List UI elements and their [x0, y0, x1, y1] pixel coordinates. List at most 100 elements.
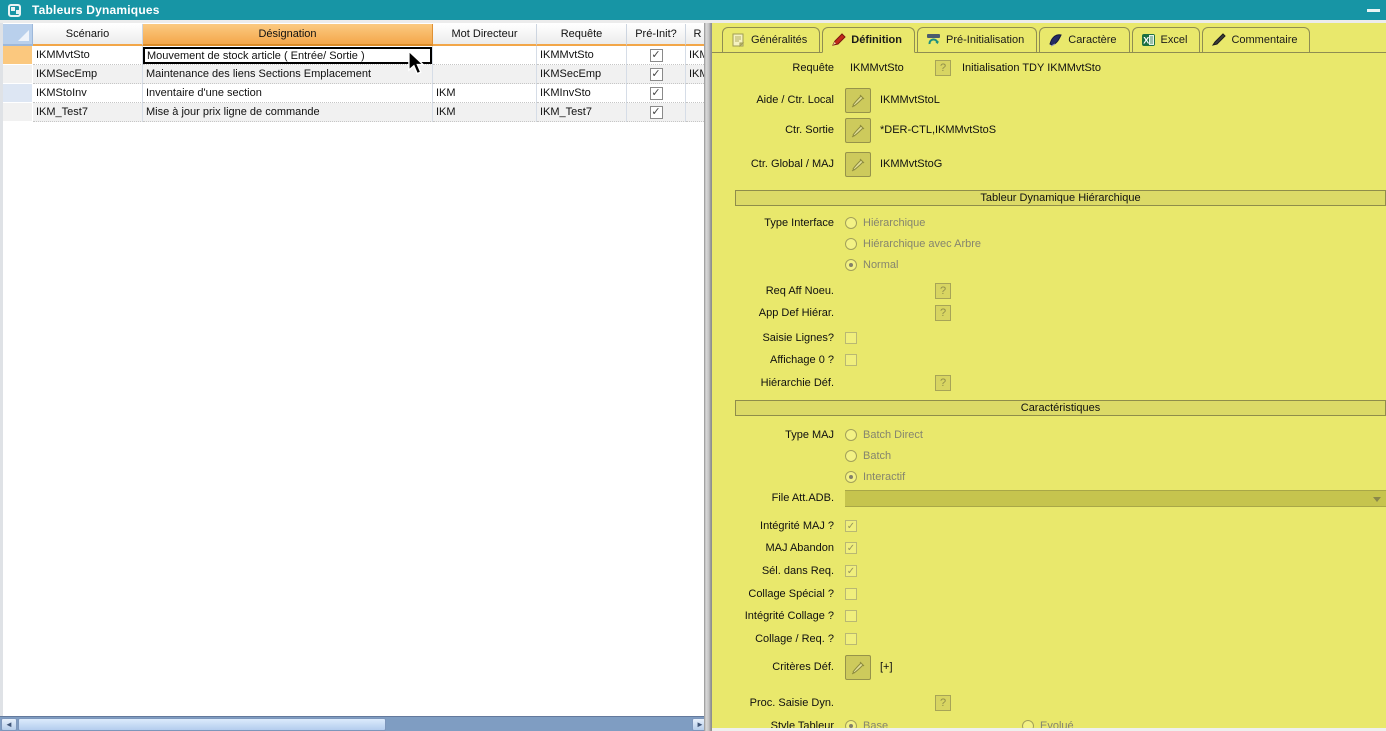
help-button[interactable]: ? [935, 60, 951, 76]
radio-batch-direct[interactable] [845, 429, 857, 441]
tab-label: Définition [851, 34, 902, 46]
col-header-r[interactable]: R [686, 24, 704, 46]
cell-designation[interactable]: Mise à jour prix ligne de commande [143, 103, 433, 122]
cell-mot[interactable]: IKM [433, 84, 537, 103]
cell-mot[interactable]: IKM [433, 103, 537, 122]
affichage-0-checkbox[interactable] [845, 354, 857, 366]
radio-label: Hiérarchique avec Arbre [863, 236, 981, 252]
cell-r[interactable]: IKM [686, 46, 704, 65]
cell-requete[interactable]: IKMSecEmp [537, 65, 627, 84]
radio-base[interactable] [845, 720, 857, 731]
field-label: Requête [714, 60, 834, 76]
file-att-adb-combobox[interactable] [845, 490, 1386, 507]
cell-designation[interactable]: Mouvement de stock article ( Entrée/ Sor… [143, 46, 433, 65]
row-selector[interactable] [3, 103, 33, 122]
tab-generalites[interactable]: Généralités [722, 27, 820, 52]
tab-excel[interactable]: X Excel [1132, 27, 1201, 52]
cell-designation[interactable]: Maintenance des liens Sections Emplaceme… [143, 65, 433, 84]
cell-r[interactable] [686, 103, 704, 122]
field-type-maj: Type MAJ Batch Direct [712, 427, 1386, 444]
requete-value[interactable]: IKMMvtSto [850, 60, 904, 76]
global-value[interactable]: IKMMvtStoG [880, 152, 942, 177]
cell-scenario[interactable]: IKMMvtSto [33, 46, 143, 65]
scroll-left-button[interactable]: ◄ [1, 718, 17, 731]
radio-hierarchique[interactable] [845, 217, 857, 229]
cell-requete[interactable]: IKMMvtSto [537, 46, 627, 65]
saisie-lignes-checkbox[interactable] [845, 332, 857, 344]
col-header-designation[interactable]: Désignation [143, 24, 433, 46]
cell-preinit[interactable] [627, 65, 686, 84]
cell-mot[interactable] [433, 46, 537, 65]
splitter-handle[interactable] [704, 23, 712, 731]
row-selector[interactable] [3, 84, 33, 103]
row-selector[interactable] [3, 46, 33, 65]
cell-requete[interactable]: IKM_Test7 [537, 103, 627, 122]
field-label: Affichage 0 ? [714, 352, 834, 368]
field-integrite-maj: Intégrité MAJ ? [712, 518, 1386, 535]
help-button[interactable]: ? [935, 375, 951, 391]
field-integrite-collage: Intégrité Collage ? [712, 608, 1386, 625]
cell-requete[interactable]: IKMInvSto [537, 84, 627, 103]
cell-r[interactable] [686, 84, 704, 103]
cell-designation[interactable]: Inventaire d'une section [143, 84, 433, 103]
cell-scenario[interactable]: IKM_Test7 [33, 103, 143, 122]
col-header-scenario[interactable]: Scénario [33, 24, 143, 46]
minimize-button[interactable] [1367, 9, 1380, 12]
preinit-checkbox[interactable] [650, 106, 663, 119]
excel-icon: X [1141, 33, 1156, 47]
cell-r[interactable]: IKM [686, 65, 704, 84]
field-req-aff-noeu: Req Aff Noeu. ? [712, 283, 1386, 300]
hand-writing-button[interactable] [845, 655, 871, 680]
cell-preinit[interactable] [627, 84, 686, 103]
horizontal-scrollbar[interactable]: ◄ ► [0, 716, 710, 731]
field-label: Style Tableur [714, 718, 834, 731]
help-button[interactable]: ? [935, 305, 951, 321]
radio-evolue[interactable] [1022, 720, 1034, 731]
collage-req-checkbox[interactable] [845, 633, 857, 645]
cell-preinit[interactable] [627, 103, 686, 122]
col-header-mot-directeur[interactable]: Mot Directeur [433, 24, 537, 46]
select-all-corner[interactable] [3, 24, 33, 46]
integrite-collage-checkbox[interactable] [845, 610, 857, 622]
preinit-checkbox[interactable] [650, 49, 663, 62]
tab-commentaire[interactable]: Commentaire [1202, 27, 1310, 52]
cell-scenario[interactable]: IKMStoInv [33, 84, 143, 103]
radio-normal[interactable] [845, 259, 857, 271]
character-icon [1048, 33, 1063, 47]
cell-scenario[interactable]: IKMSecEmp [33, 65, 143, 84]
cell-preinit[interactable] [627, 46, 686, 65]
tab-caractere[interactable]: Caractère [1039, 27, 1129, 52]
preinit-checkbox[interactable] [650, 68, 663, 81]
hand-writing-button[interactable] [845, 88, 871, 113]
sortie-value[interactable]: *DER-CTL,IKMMvtStoS [880, 118, 996, 143]
col-header-requete[interactable]: Requête [537, 24, 627, 46]
radio-interactif[interactable] [845, 471, 857, 483]
field-label: Req Aff Noeu. [714, 283, 834, 299]
sel-dans-req-checkbox[interactable] [845, 565, 857, 577]
collage-special-checkbox[interactable] [845, 588, 857, 600]
cell-mot[interactable] [433, 65, 537, 84]
field-label: Intégrité MAJ ? [714, 518, 834, 534]
hand-writing-button[interactable] [845, 118, 871, 143]
field-label: Hiérarchie Déf. [714, 375, 834, 391]
tab-label: Généralités [751, 34, 807, 46]
active-cell[interactable]: Mouvement de stock article ( Entrée/ Sor… [143, 47, 432, 64]
aide-value[interactable]: IKMMvtStoL [880, 88, 940, 113]
field-ctr-global: Ctr. Global / MAJ IKMMvtStoG [712, 152, 1386, 177]
row-selector[interactable] [3, 65, 33, 84]
tab-pre-initialisation[interactable]: Pré-Initialisation [917, 27, 1037, 52]
preinit-checkbox[interactable] [650, 87, 663, 100]
help-button[interactable]: ? [935, 283, 951, 299]
radio-batch[interactable] [845, 450, 857, 462]
field-label: Saisie Lignes? [714, 330, 834, 346]
tab-definition[interactable]: Définition [822, 27, 915, 53]
tab-label: Pré-Initialisation [946, 34, 1024, 46]
help-button[interactable]: ? [935, 695, 951, 711]
col-header-preinit[interactable]: Pré-Init? [627, 24, 686, 46]
integrite-maj-checkbox[interactable] [845, 520, 857, 532]
radio-hierarchique-arbre[interactable] [845, 238, 857, 250]
hand-writing-button[interactable] [845, 152, 871, 177]
field-label: App Def Hiérar. [714, 305, 834, 321]
maj-abandon-checkbox[interactable] [845, 542, 857, 554]
scrollbar-thumb[interactable] [18, 718, 386, 731]
